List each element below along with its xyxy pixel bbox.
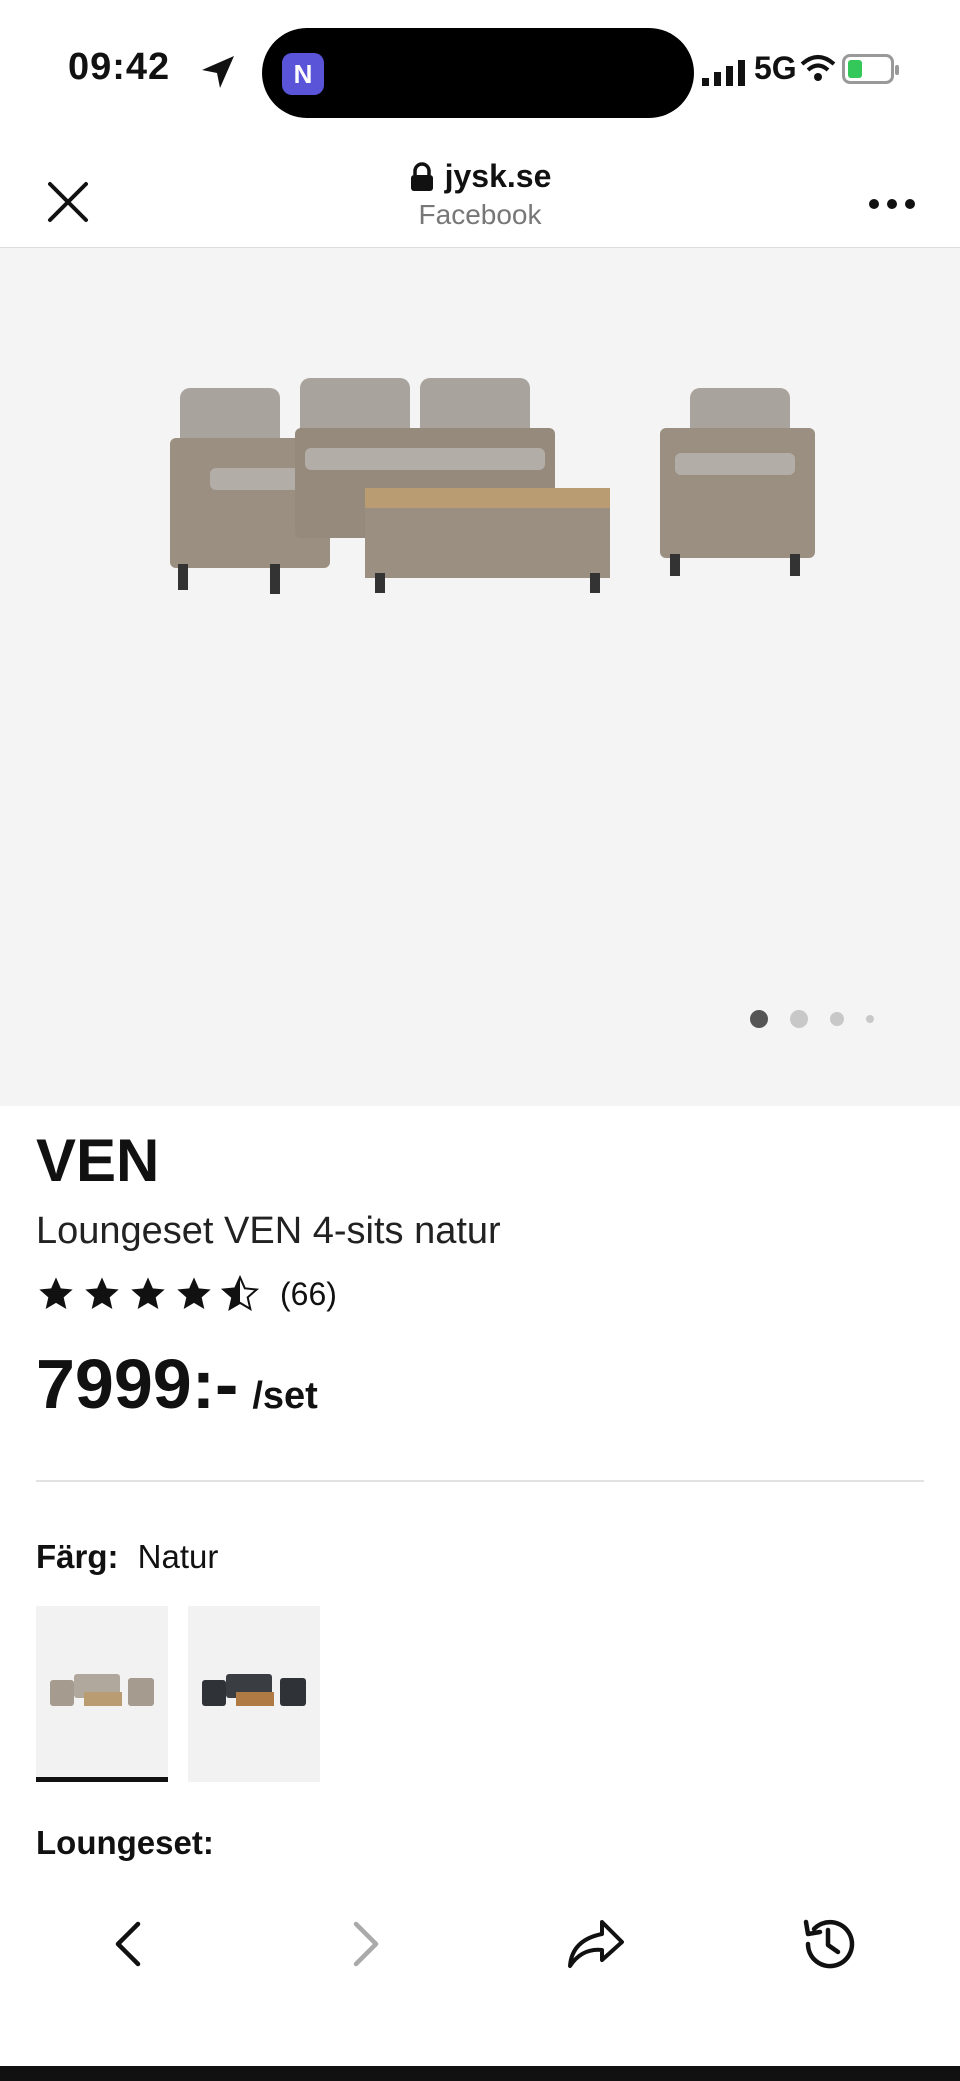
divider [36,1480,924,1482]
browser-toolbar [0,1880,960,2010]
product-gallery[interactable] [0,248,960,1106]
wifi-icon [800,55,836,81]
battery-icon [842,54,899,84]
app-badge: N [282,53,324,95]
star-icon [177,1277,211,1309]
rating-count[interactable]: (66) [280,1276,337,1313]
browser-header: jysk.se Facebook [0,140,960,248]
location-arrow-icon [202,56,234,88]
history-icon[interactable] [796,1912,860,1976]
selected-indicator [36,1777,168,1782]
share-icon[interactable] [564,1912,628,1976]
product-brand: VEN [36,1127,160,1194]
forward-icon[interactable] [332,1912,396,1976]
url-bar[interactable]: jysk.se Facebook [0,158,960,231]
price-row: 7999:- /set [36,1344,318,1424]
star-half-icon [220,1274,260,1312]
back-icon[interactable] [98,1912,162,1976]
gallery-dot[interactable] [750,1010,768,1028]
color-selector-label: Färg: Natur [36,1538,218,1576]
star-icon [85,1277,119,1309]
gallery-dot[interactable] [830,1012,844,1026]
product-image[interactable] [170,368,820,608]
color-label: Färg: [36,1538,119,1575]
star-icon [131,1277,165,1309]
status-time: 09:42 [68,46,171,88]
dynamic-island: N [262,28,694,118]
url-source: Facebook [418,198,542,230]
rating[interactable]: (66) [36,1274,337,1314]
price: 7999:- [36,1345,239,1423]
swatch-natur-image [50,1674,154,1706]
swatch-svart-image [202,1674,306,1706]
home-indicator [0,2066,960,2081]
status-bar: 09:42 N 5G [0,0,960,140]
signal-icon [702,60,745,86]
url-domain: jysk.se [444,158,552,194]
star-icon [39,1277,73,1309]
color-swatch-natur[interactable] [36,1606,168,1782]
price-unit: /set [252,1375,318,1417]
product-name: Loungeset VEN 4-sits natur [36,1210,501,1252]
section-label: Loungeset: [36,1824,214,1861]
network-label: 5G [754,50,797,86]
gallery-dot[interactable] [790,1010,808,1028]
color-swatch-svart[interactable] [188,1606,320,1782]
lock-icon [410,161,433,191]
more-icon[interactable] [866,192,918,216]
color-value: Natur [137,1538,219,1575]
gallery-dot[interactable] [866,1015,874,1023]
gallery-pagination[interactable] [750,1010,874,1028]
